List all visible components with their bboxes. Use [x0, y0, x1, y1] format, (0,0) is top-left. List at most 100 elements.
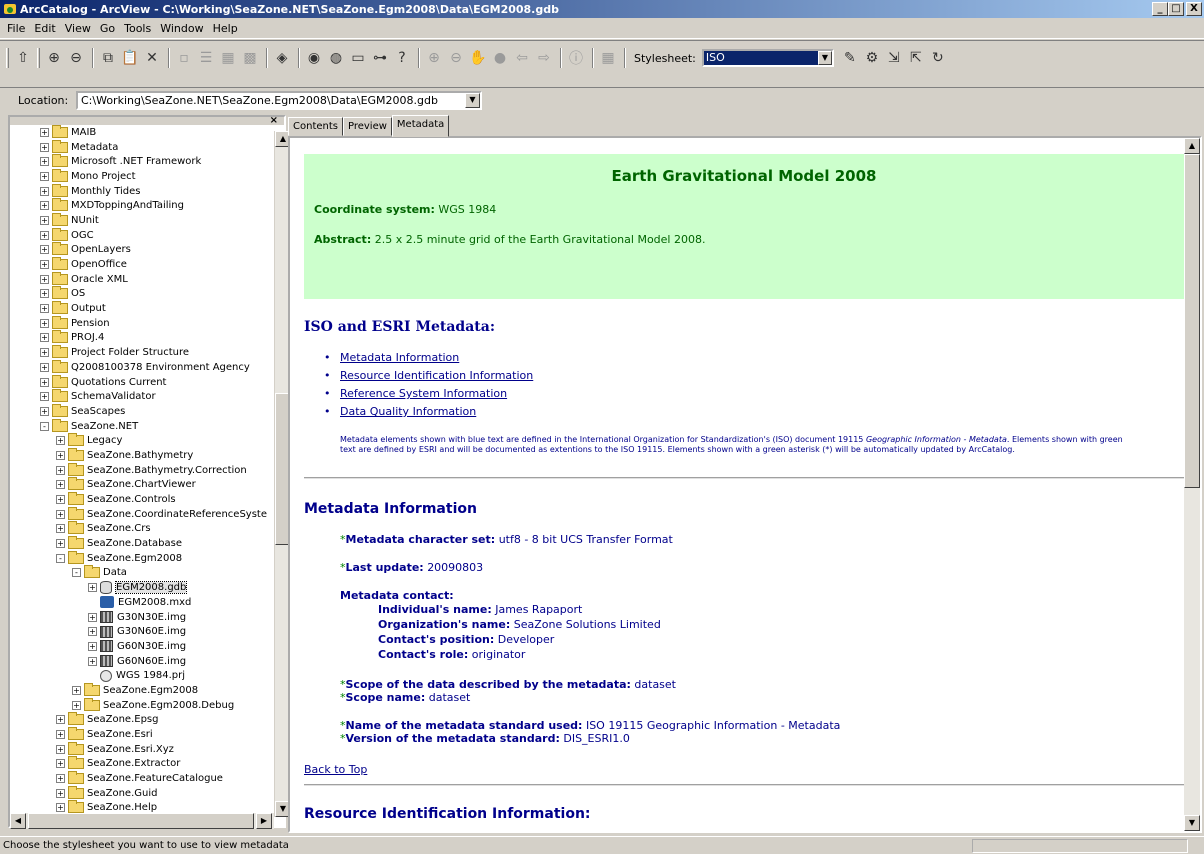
expand-icon[interactable]: + — [56, 495, 65, 505]
menu-window[interactable]: Window — [157, 20, 206, 37]
menu-view[interactable]: View — [62, 20, 94, 37]
tree-item[interactable]: + Mono Project — [10, 168, 272, 184]
menu-file[interactable]: File — [4, 20, 28, 37]
connect-folder-icon[interactable]: ⊕ — [44, 48, 64, 68]
expand-icon[interactable]: + — [40, 377, 49, 387]
thumbnails-icon[interactable]: ▩ — [240, 48, 260, 68]
tree-item[interactable]: + EGM2008.gdb — [10, 580, 272, 595]
tree-item[interactable]: + G60N30E.img — [10, 639, 272, 654]
search-icon[interactable]: ◉ — [304, 48, 324, 68]
tree-item[interactable]: + SeaZone.Help — [10, 800, 272, 813]
toolbar-grip[interactable] — [37, 48, 40, 68]
tree-item[interactable]: + SeaZone.Egm2008 — [10, 682, 272, 698]
collapse-icon[interactable]: - — [40, 421, 49, 431]
stylesheet-dropdown[interactable]: ISO ▼ — [701, 49, 834, 67]
tree-item[interactable]: - SeaZone.Egm2008 — [10, 550, 272, 566]
tree-item[interactable]: + SeaZone.Bathymetry — [10, 447, 272, 463]
collapse-icon[interactable]: - — [72, 568, 81, 578]
expand-icon[interactable]: + — [40, 362, 49, 372]
tree-item[interactable]: - Data — [10, 565, 272, 581]
tree-item[interactable]: + SeaZone.CoordinateReferenceSyste — [10, 506, 272, 522]
tree-hscroll-thumb[interactable] — [28, 813, 254, 829]
expand-icon[interactable]: + — [40, 348, 49, 358]
tree-item[interactable]: + MXDToppingAndTailing — [10, 198, 272, 213]
expand-icon[interactable]: + — [88, 641, 97, 651]
tree-item[interactable]: + Metadata — [10, 139, 272, 155]
tree-item[interactable]: + SeaZone.Bathymetry.Correction — [10, 462, 272, 478]
menu-help[interactable]: Help — [210, 20, 241, 37]
tree-item[interactable]: + SeaZone.Extractor — [10, 756, 272, 772]
menu-tools[interactable]: Tools — [121, 20, 154, 37]
expand-icon[interactable]: + — [40, 289, 49, 299]
tab-preview[interactable]: Preview — [342, 117, 392, 136]
launch-arcmap-icon[interactable]: ◈ — [272, 48, 292, 68]
expand-icon[interactable]: + — [56, 509, 65, 519]
tree-item[interactable]: + PROJ.4 — [10, 330, 272, 346]
expand-icon[interactable]: + — [56, 803, 65, 813]
expand-icon[interactable]: + — [40, 157, 49, 167]
full-extent-icon[interactable]: ● — [490, 48, 510, 68]
metadata-properties-icon[interactable]: ⚙ — [862, 48, 882, 68]
collapse-icon[interactable]: - — [56, 553, 65, 563]
import-metadata-icon[interactable]: ⇲ — [884, 48, 904, 68]
tree-horizontal-scrollbar[interactable]: ◀ ▶ — [10, 813, 274, 829]
expand-icon[interactable]: + — [40, 406, 49, 416]
scroll-up-arrow-icon[interactable]: ▲ — [1184, 138, 1200, 154]
export-metadata-icon[interactable]: ⇱ — [906, 48, 926, 68]
model-builder-icon[interactable]: ⊶ — [370, 48, 390, 68]
tree-item[interactable]: + G60N60E.img — [10, 654, 272, 669]
tree-item[interactable]: + MAIB — [10, 125, 272, 140]
expand-icon[interactable]: + — [40, 304, 49, 314]
menu-edit[interactable]: Edit — [31, 20, 58, 37]
expand-icon[interactable]: + — [40, 392, 49, 402]
tree-item[interactable]: + G30N30E.img — [10, 610, 272, 625]
expand-icon[interactable]: + — [40, 201, 49, 211]
link-reference-system[interactable]: Reference System Information — [340, 387, 507, 400]
maximize-button[interactable]: □ — [1168, 2, 1184, 16]
arctoolbox-icon[interactable]: ◍ — [326, 48, 346, 68]
tree-item[interactable]: + SeaZone.Epsg — [10, 712, 272, 728]
expand-icon[interactable]: + — [72, 700, 81, 710]
tree-item[interactable]: + SeaScapes — [10, 403, 272, 419]
tree-item[interactable]: + SeaZone.Egm2008.Debug — [10, 697, 272, 713]
back-icon[interactable]: ⇦ — [512, 48, 532, 68]
tree-item[interactable]: + Q2008100378 Environment Agency — [10, 359, 272, 375]
expand-icon[interactable]: + — [56, 788, 65, 798]
expand-icon[interactable]: + — [56, 524, 65, 534]
tree-item[interactable]: + Output — [10, 301, 272, 316]
tree-item[interactable]: + Oracle XML — [10, 271, 272, 287]
chevron-down-icon[interactable]: ▼ — [817, 51, 832, 65]
expand-icon[interactable]: + — [72, 685, 81, 695]
large-icons-icon[interactable]: ▫ — [174, 48, 194, 68]
copy-icon[interactable]: ⧉ — [98, 48, 118, 68]
details-icon[interactable]: ▦ — [218, 48, 238, 68]
tree-item[interactable]: EGM2008.mxd — [10, 595, 272, 610]
scroll-left-arrow-icon[interactable]: ◀ — [10, 813, 26, 829]
expand-icon[interactable]: + — [40, 127, 49, 137]
tree-item[interactable]: + OGC — [10, 227, 272, 243]
command-line-icon[interactable]: ▭ — [348, 48, 368, 68]
document-scroll-thumb[interactable] — [1184, 154, 1200, 488]
expand-icon[interactable]: + — [40, 245, 49, 255]
tree-item[interactable]: + SchemaValidator — [10, 389, 272, 404]
menu-go[interactable]: Go — [97, 20, 118, 37]
whats-this-icon[interactable]: ? — [392, 48, 412, 68]
expand-icon[interactable]: + — [88, 627, 97, 637]
expand-icon[interactable]: + — [56, 759, 65, 769]
link-data-quality[interactable]: Data Quality Information — [340, 405, 476, 418]
expand-icon[interactable]: + — [56, 539, 65, 549]
tree-item[interactable]: + Monthly Tides — [10, 183, 272, 199]
expand-icon[interactable]: + — [56, 480, 65, 490]
expand-icon[interactable]: + — [56, 436, 65, 446]
paste-icon[interactable]: 📋 — [120, 48, 140, 68]
tree-item[interactable]: + SeaZone.Guid — [10, 785, 272, 801]
tree-item[interactable]: + OpenOffice — [10, 257, 272, 272]
close-button[interactable]: X — [1186, 2, 1202, 16]
forward-icon[interactable]: ⇨ — [534, 48, 554, 68]
disconnect-folder-icon[interactable]: ⊖ — [66, 48, 86, 68]
expand-icon[interactable]: + — [40, 215, 49, 225]
expand-icon[interactable]: + — [40, 186, 49, 196]
tree-item[interactable]: + Project Folder Structure — [10, 345, 272, 360]
tree-item[interactable]: + G30N60E.img — [10, 624, 272, 639]
list-icon[interactable]: ☰ — [196, 48, 216, 68]
